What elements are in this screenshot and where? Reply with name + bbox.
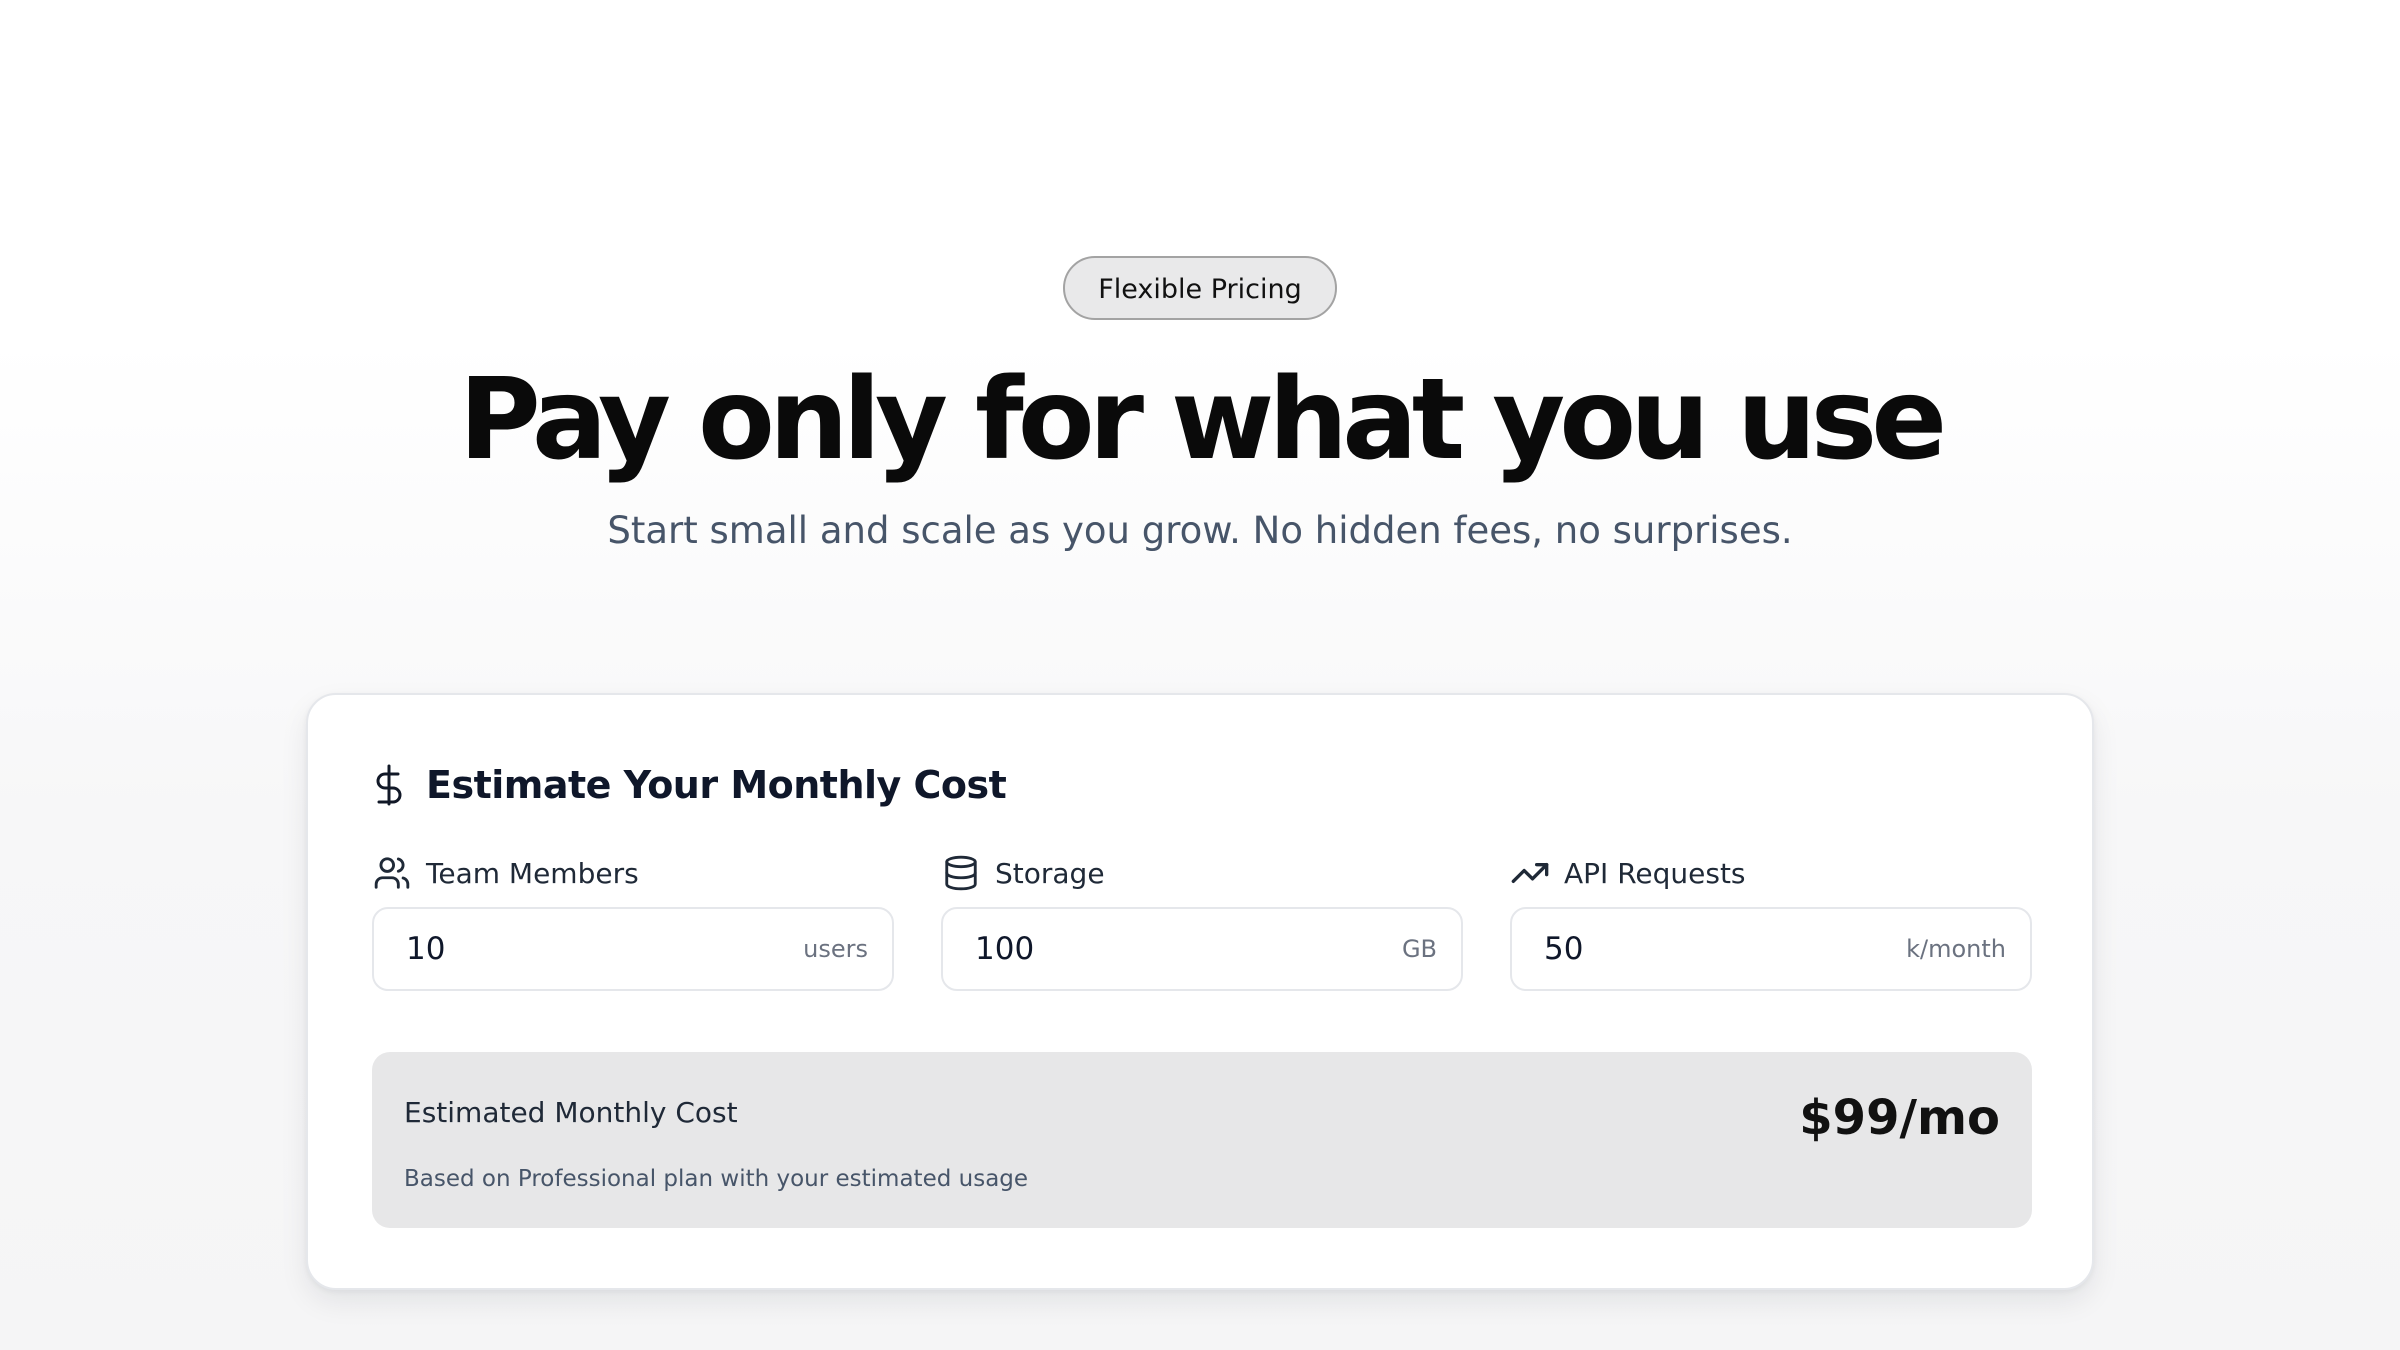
pricing-badge: Flexible Pricing: [1063, 256, 1337, 320]
summary-note: Based on Professional plan with your est…: [404, 1166, 1029, 1192]
page-title: Pay only for what you use: [458, 355, 1948, 485]
api-requests-label: API Requests: [1510, 853, 2032, 893]
users-icon: [372, 853, 412, 893]
database-icon: [941, 853, 981, 893]
page-subtitle: Start small and scale as you grow. No hi…: [607, 509, 1793, 552]
hero-section: Flexible Pricing Pay only for what you u…: [0, 256, 2400, 556]
storage-input[interactable]: [943, 909, 1461, 989]
storage-label-text: Storage: [995, 856, 1105, 890]
estimator-fields: Team Members users Storage: [372, 853, 2032, 991]
trending-up-icon: [1510, 853, 1550, 893]
team-members-label: Team Members: [372, 853, 894, 893]
team-members-label-text: Team Members: [426, 856, 639, 890]
estimator-title: Estimate Your Monthly Cost: [426, 763, 1007, 807]
summary-title: Estimated Monthly Cost: [404, 1096, 738, 1129]
api-requests-unit: k/month: [1906, 935, 2006, 963]
storage-unit: GB: [1401, 935, 1437, 963]
estimated-price: $99/mo: [1799, 1090, 2000, 1146]
storage-label: Storage: [941, 853, 1463, 893]
storage-field: Storage GB: [941, 853, 1463, 991]
api-requests-input-wrapper: k/month: [1510, 907, 2032, 991]
cost-summary-panel: Estimated Monthly Cost Based on Professi…: [372, 1052, 2032, 1228]
dollar-icon: [372, 762, 406, 808]
storage-input-wrapper: GB: [941, 907, 1463, 991]
estimator-header: Estimate Your Monthly Cost: [372, 761, 1007, 809]
api-requests-field: API Requests k/month: [1510, 853, 2032, 991]
api-requests-label-text: API Requests: [1564, 856, 1746, 890]
cost-estimator-card: Estimate Your Monthly Cost Team Members …: [306, 693, 2094, 1290]
team-members-unit: users: [803, 935, 868, 963]
team-members-input-wrapper: users: [372, 907, 894, 991]
team-members-field: Team Members users: [372, 853, 894, 991]
